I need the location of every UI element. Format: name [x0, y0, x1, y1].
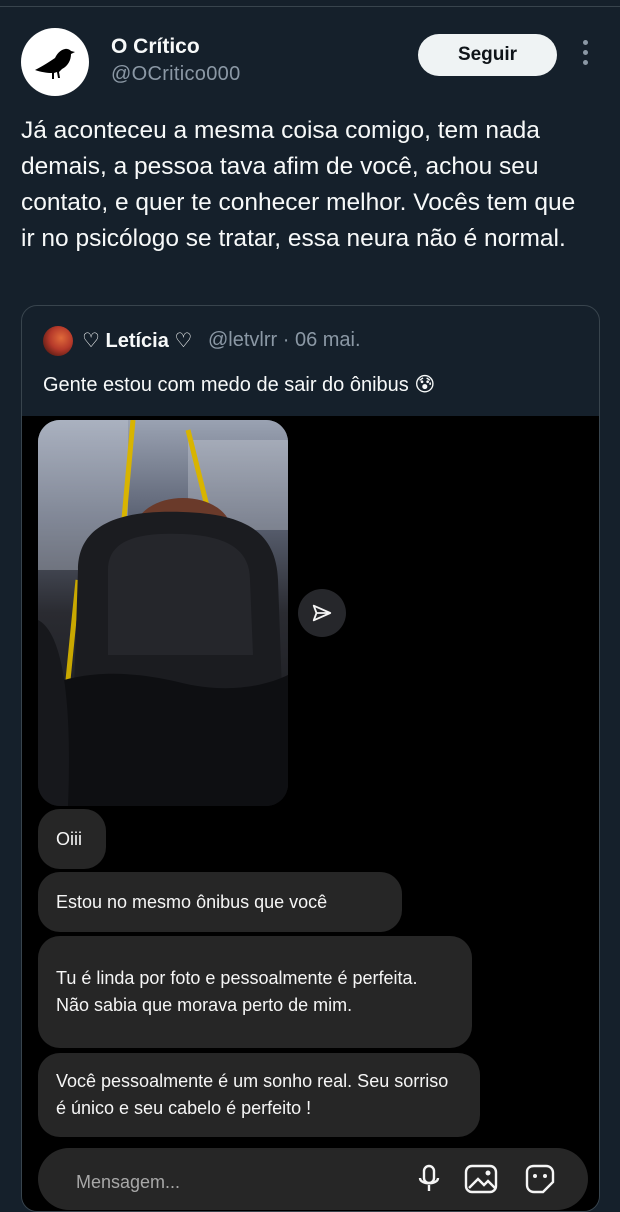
crow-icon: [35, 48, 75, 79]
bus-photo[interactable]: [38, 420, 288, 806]
quoted-tweet[interactable]: ♡ Letícia ♡ @letvlrr · 06 mai. Gente est…: [21, 305, 600, 1212]
message-bubble: Oiii: [38, 809, 106, 869]
message-composer: Mensagem...: [22, 1148, 599, 1211]
quoted-author-handle-date[interactable]: @letvlrr · 06 mai.: [208, 329, 361, 352]
follow-button[interactable]: Seguir: [418, 34, 557, 76]
message-bubble: Tu é linda por foto e pessoalmente é per…: [38, 936, 472, 1048]
more-vertical-icon[interactable]: [578, 40, 592, 70]
quoted-author-avatar[interactable]: [43, 326, 73, 356]
sticker-icon[interactable]: [524, 1164, 556, 1199]
author-avatar[interactable]: [21, 28, 89, 96]
author-handle[interactable]: @OCritico000: [111, 63, 241, 86]
quoted-author-name[interactable]: ♡ Letícia ♡: [82, 328, 192, 353]
message-bubble: Você pessoalmente é um sonho real. Seu s…: [38, 1053, 480, 1137]
tweet-text: Já aconteceu a mesma coisa comigo, tem n…: [21, 117, 576, 252]
bus-photo-illustration: [38, 420, 288, 806]
message-placeholder: Mensagem...: [76, 1172, 181, 1192]
send-icon[interactable]: [298, 589, 346, 637]
quoted-media-screenshot[interactable]: Oiii Estou no mesmo ônibus que você Tu é…: [22, 416, 599, 1211]
author-name[interactable]: O Crítico: [111, 35, 200, 59]
quoted-tweet-text: Gente estou com medo de sair do ônibus 😰: [43, 374, 436, 396]
message-input[interactable]: Mensagem...: [38, 1148, 588, 1210]
top-divider: [0, 0, 620, 7]
gallery-icon[interactable]: [464, 1164, 500, 1199]
microphone-icon[interactable]: [416, 1164, 442, 1199]
message-bubble: Estou no mesmo ônibus que você: [38, 872, 402, 932]
